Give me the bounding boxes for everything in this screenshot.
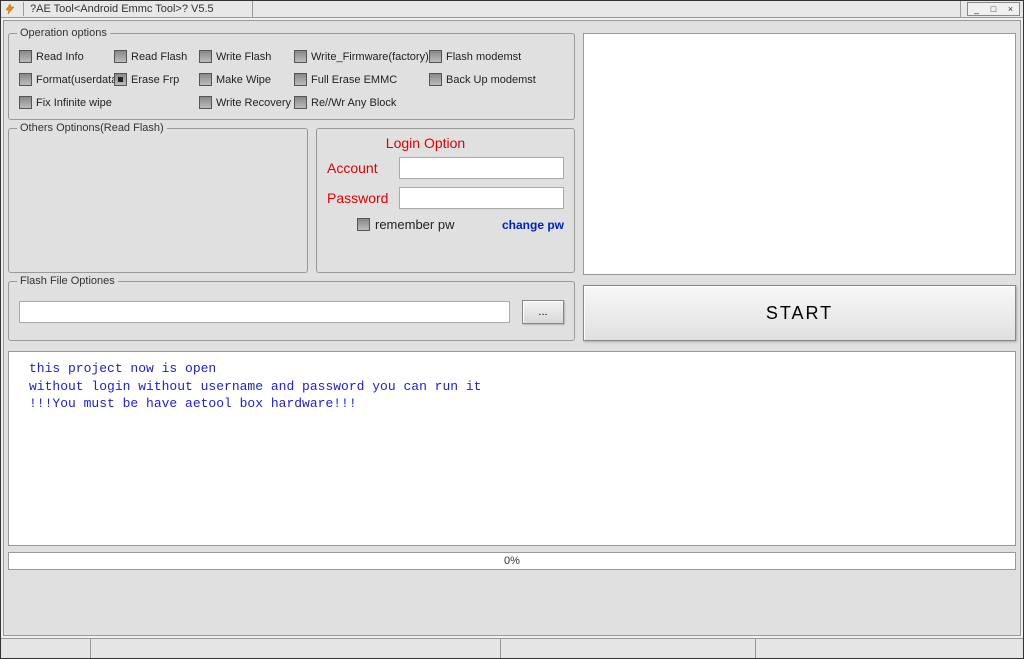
status-bar	[1, 638, 1023, 658]
progress-text: 0%	[504, 555, 520, 567]
others-legend: Others Optinons(Read Flash)	[17, 122, 167, 134]
flash-legend: Flash File Optiones	[17, 275, 118, 287]
titlebar-separator-2	[252, 1, 253, 18]
chk-write-flash[interactable]: Write Flash	[199, 50, 294, 63]
minimize-button[interactable]: _	[968, 3, 985, 15]
password-input[interactable]	[399, 187, 564, 209]
status-cell-2	[91, 639, 501, 658]
titlebar-separator	[23, 2, 24, 16]
browse-button[interactable]: ...	[522, 300, 564, 324]
login-panel: Login Option Account Password	[316, 128, 575, 273]
remember-pw-checkbox[interactable]: remember pw	[357, 217, 454, 232]
chk-fix-infinite-wipe[interactable]: Fix Infinite wipe	[19, 96, 114, 109]
titlebar: ?AE Tool<Android Emmc Tool>? V5.5 _ □ ×	[1, 1, 1023, 18]
account-input[interactable]	[399, 157, 564, 179]
chk-format-userdata[interactable]: Format(userdata)	[19, 73, 114, 86]
login-title: Login Option	[287, 135, 564, 151]
operation-options-group: Operation options Read Info Read Flash W…	[8, 33, 575, 120]
status-cell-3	[501, 639, 756, 658]
progress-bar: 0%	[8, 552, 1016, 570]
chk-read-info[interactable]: Read Info	[19, 50, 114, 63]
account-label: Account	[327, 160, 395, 176]
maximize-button[interactable]: □	[985, 3, 1002, 15]
chk-read-flash[interactable]: Read Flash	[114, 50, 199, 63]
log-area: this project now is open without login w…	[8, 351, 1016, 546]
flash-path-input[interactable]	[19, 301, 510, 323]
chk-make-wipe[interactable]: Make Wipe	[199, 73, 294, 86]
change-pw-link[interactable]: change pw	[502, 218, 564, 232]
password-label: Password	[327, 190, 395, 206]
content-area: Operation options Read Info Read Flash W…	[3, 20, 1021, 636]
chk-erase-frp[interactable]: Erase Frp	[114, 73, 199, 86]
chk-full-erase-emmc[interactable]: Full Erase EMMC	[294, 73, 429, 86]
others-options-group: Others Optinons(Read Flash)	[8, 128, 308, 273]
status-cell-1	[1, 639, 91, 658]
window-controls: _ □ ×	[967, 2, 1020, 16]
app-window: ?AE Tool<Android Emmc Tool>? V5.5 _ □ × …	[0, 0, 1024, 659]
start-button[interactable]: START	[583, 285, 1016, 341]
titlebar-separator-3	[960, 1, 961, 18]
chk-write-firmware[interactable]: Write_Firmware(factory)	[294, 50, 429, 63]
chk-backup-modemst[interactable]: Back Up modemst	[429, 73, 549, 86]
chk-write-recovery[interactable]: Write Recovery	[199, 96, 294, 109]
window-title: ?AE Tool<Android Emmc Tool>? V5.5	[30, 3, 214, 15]
operation-legend: Operation options	[17, 27, 110, 39]
remember-pw-label: remember pw	[375, 217, 454, 232]
flash-file-group: Flash File Optiones ...	[8, 281, 575, 341]
output-panel	[583, 33, 1016, 275]
close-button[interactable]: ×	[1002, 3, 1019, 15]
status-cell-4	[756, 639, 1023, 658]
app-icon	[3, 2, 17, 16]
chk-rewr-any-block[interactable]: Re//Wr Any Block	[294, 96, 429, 109]
chk-flash-modemst[interactable]: Flash modemst	[429, 50, 549, 63]
